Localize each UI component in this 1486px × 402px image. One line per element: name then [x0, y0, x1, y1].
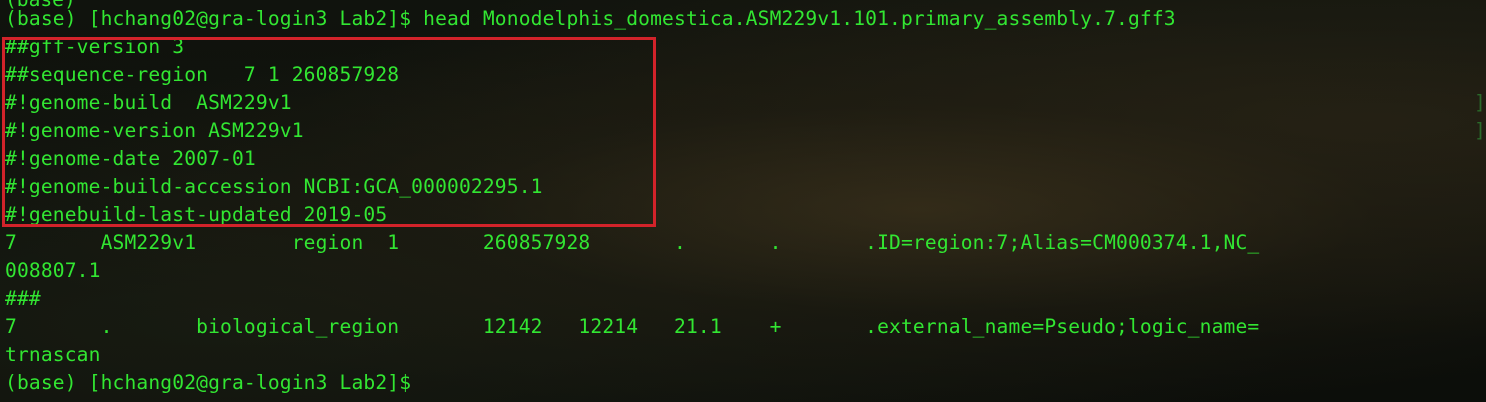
- output-line-separator: ###: [5, 287, 41, 310]
- output-line-biological-region-wrap: trnascan: [5, 343, 101, 366]
- output-line-genome-date: #!genome-date 2007-01: [5, 147, 256, 170]
- line-edge-marker: ]: [1474, 91, 1486, 114]
- line-edge-marker: ]: [1474, 119, 1486, 142]
- output-line-biological-region-record: 7 . biological_region 12142 12214 21.1 +…: [5, 315, 1260, 338]
- output-line-region-record: 7 ASM229v1 region 1 260857928 . . .ID=re…: [5, 231, 1260, 254]
- output-line-genebuild-last-updated: #!genebuild-last-updated 2019-05: [5, 203, 388, 226]
- command-line: (base) [hchang02@gra-login3 Lab2]$ head …: [5, 7, 1176, 30]
- output-line-gff-version: ##gff-version 3: [5, 35, 185, 58]
- output-line-genome-version: #!genome-version ASM229v1: [5, 119, 304, 142]
- output-line-region-record-wrap: 008807.1: [5, 259, 101, 282]
- output-line-genome-build: #!genome-build ASM229v1: [5, 91, 292, 114]
- prompt-line[interactable]: (base) [hchang02@gra-login3 Lab2]$: [5, 369, 423, 397]
- output-line-sequence-region: ##sequence-region 7 1 260857928: [5, 63, 400, 86]
- output-line-genome-build-accession: #!genome-build-accession NCBI:GCA_000002…: [5, 175, 543, 198]
- terminal-window[interactable]: (base) (base) [hchang02@gra-login3 Lab2]…: [0, 0, 1486, 402]
